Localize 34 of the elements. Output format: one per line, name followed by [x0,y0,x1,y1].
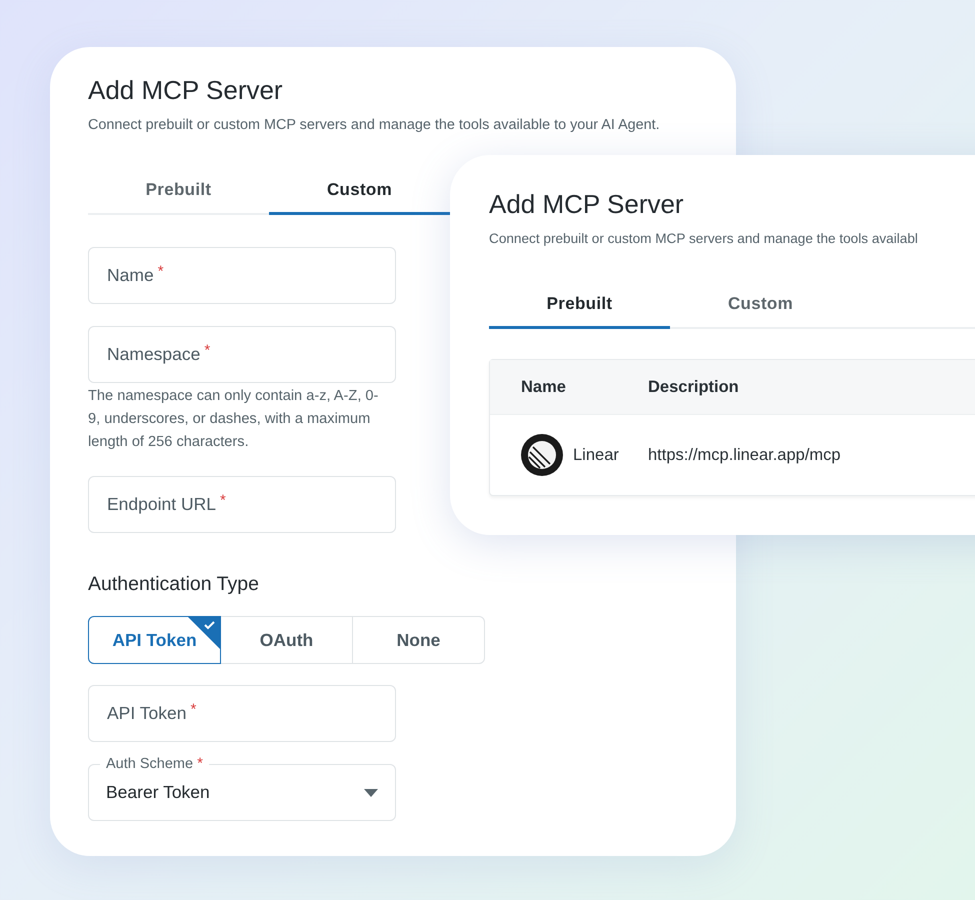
select-value: Bearer Token [106,782,211,803]
text-field[interactable]: Namespace * [88,326,396,383]
dialog-subtitle: Connect prebuilt or custom MCP servers and manage the tools available to your AI Agent. [88,116,661,135]
helper-text: The namespace can only contain a-z, A-Z, 0-9, underscores, or dashes, with a maximum length of 256 characters. [88,387,380,452]
required-mark: * [220,492,226,509]
field-label: Endpoint URL [107,494,216,515]
column-header: Name [520,378,567,396]
text-field[interactable]: API Token * [88,685,396,742]
tab[interactable]: Prebuilt [489,281,670,329]
column-header: Description [648,378,740,396]
field-label: API Token [107,703,186,724]
dialog-subtitle: Connect prebuilt or custom MCP servers and manage the tools availabl [489,230,919,248]
table-cell: Linear [573,446,619,464]
dialog-title: Add MCP Server [489,188,685,221]
text-field[interactable]: Endpoint URL * [88,476,396,533]
section-heading: Authentication Type [88,573,260,596]
tab[interactable]: Prebuilt [88,167,269,215]
required-mark: * [204,342,210,359]
dropdown-caret-icon [364,788,378,796]
striped-circle-logo-icon [521,434,563,476]
text-field[interactable]: Name * [88,247,396,304]
required-mark: * [190,701,196,718]
tab[interactable]: Custom [670,281,851,329]
required-mark: * [197,754,203,774]
auth-option[interactable]: None [352,616,485,664]
auth-option[interactable]: API Token [88,616,221,664]
required-mark: * [158,263,164,280]
field-label: Name [107,265,154,286]
field-label: Namespace [107,344,200,365]
field-label: Auth Scheme [106,755,194,774]
dialog-title: Add MCP Server [88,74,284,107]
select-field[interactable]: Auth Scheme * Bearer Token [88,754,396,821]
table-cell: https://mcp.linear.app/mcp [648,446,841,464]
auth-option[interactable]: OAuth [220,616,353,664]
